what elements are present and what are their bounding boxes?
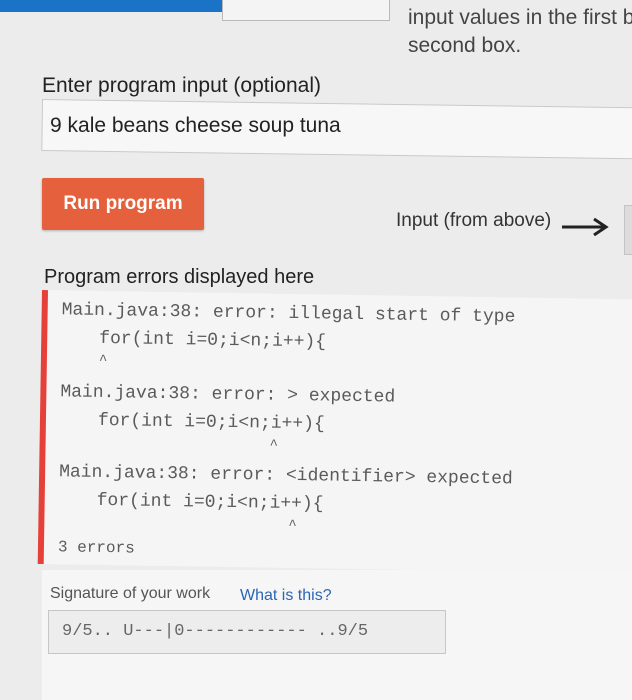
right-arrow-icon bbox=[562, 217, 609, 237]
error-message: Main.java:38: error: <identifier> expect… bbox=[58, 462, 513, 490]
error-caret: ^ bbox=[269, 437, 279, 454]
signature-value: 9/5.. U---|0------------ ..9/5 bbox=[62, 622, 369, 641]
program-errors-label: Program errors displayed here bbox=[44, 266, 315, 288]
error-output-panel: Main.java:38: error: illegal start of ty… bbox=[37, 290, 632, 574]
run-program-button[interactable]: Run program bbox=[42, 178, 204, 230]
error-code-line: for(int i=0;i<n;i++){ bbox=[96, 490, 324, 515]
error-caret: ^ bbox=[98, 352, 108, 370]
input-from-above-label: Input (from above) bbox=[396, 210, 552, 231]
instruction-line-1: input values in the first bo bbox=[408, 6, 632, 29]
error-code-line: for(int i=0;i<n;i++){ bbox=[97, 410, 325, 435]
what-is-this-link[interactable]: What is this? bbox=[240, 587, 332, 605]
program-input-label: Enter program input (optional) bbox=[42, 74, 321, 97]
error-caret: ^ bbox=[288, 517, 297, 535]
error-message: Main.java:38: error: > expected bbox=[60, 382, 396, 408]
output-box-edge bbox=[624, 205, 632, 255]
error-message: Main.java:38: error: illegal start of ty… bbox=[61, 300, 516, 328]
error-code-line: for(int i=0;i<n;i++){ bbox=[99, 328, 327, 353]
instruction-line-2: second box. bbox=[408, 34, 522, 57]
top-blue-button-edge[interactable] bbox=[0, 0, 222, 12]
signature-label: Signature of your work bbox=[50, 585, 211, 602]
error-count: 3 errors bbox=[57, 538, 135, 558]
top-field-edge bbox=[222, 0, 390, 21]
program-input-value[interactable]: 9 kale beans cheese soup tuna bbox=[50, 114, 341, 138]
instruction-text: input values in the first bo second box. bbox=[408, 4, 632, 60]
